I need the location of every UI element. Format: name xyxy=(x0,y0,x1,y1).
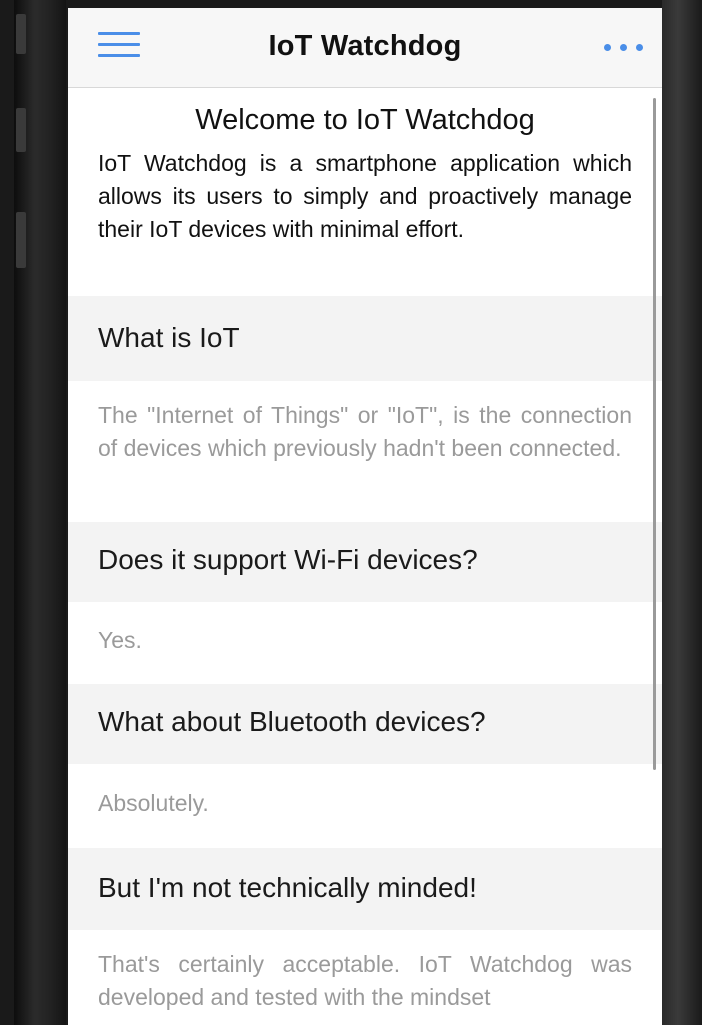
faq-question: But I'm not technically minded! xyxy=(98,872,477,903)
mute-switch xyxy=(16,14,26,54)
welcome-title: Welcome to IoT Watchdog xyxy=(195,104,535,136)
faq-question: What is IoT xyxy=(98,322,240,353)
faq-question-row[interactable]: But I'm not technically minded! xyxy=(68,848,662,930)
app-screen: IoT Watchdog Welcome to IoT Watchdog IoT… xyxy=(68,8,662,1025)
faq-question-row[interactable]: What about Bluetooth devices? xyxy=(68,684,662,764)
volume-up-button xyxy=(16,108,26,152)
faq-answer: Yes. xyxy=(98,627,142,653)
faq-answer: That's certainly acceptable. IoT Watchdo… xyxy=(98,951,632,1010)
page-title: IoT Watchdog xyxy=(268,30,462,62)
volume-down-button xyxy=(16,212,26,268)
phone-frame: IoT Watchdog Welcome to IoT Watchdog IoT… xyxy=(0,0,702,1025)
phone-bezel-left xyxy=(14,0,66,1025)
faq-question-row[interactable]: What is IoT xyxy=(68,296,662,381)
faq-question-row[interactable]: Does it support Wi-Fi devices? xyxy=(68,522,662,602)
intro-text: IoT Watchdog is a smartphone application… xyxy=(98,150,632,242)
faq-content[interactable]: Welcome to IoT Watchdog IoT Watchdog is … xyxy=(68,88,662,1025)
navigation-bar: IoT Watchdog xyxy=(68,8,662,88)
scrollbar[interactable] xyxy=(653,98,656,770)
more-horizontal-icon[interactable] xyxy=(604,44,650,54)
faq-question: Does it support Wi-Fi devices? xyxy=(98,544,478,575)
phone-bezel-right xyxy=(662,0,702,1025)
faq-question: What about Bluetooth devices? xyxy=(98,706,486,737)
faq-answer: Absolutely. xyxy=(98,790,209,816)
faq-answer: The "Internet of Things" or "IoT", is th… xyxy=(98,402,632,461)
